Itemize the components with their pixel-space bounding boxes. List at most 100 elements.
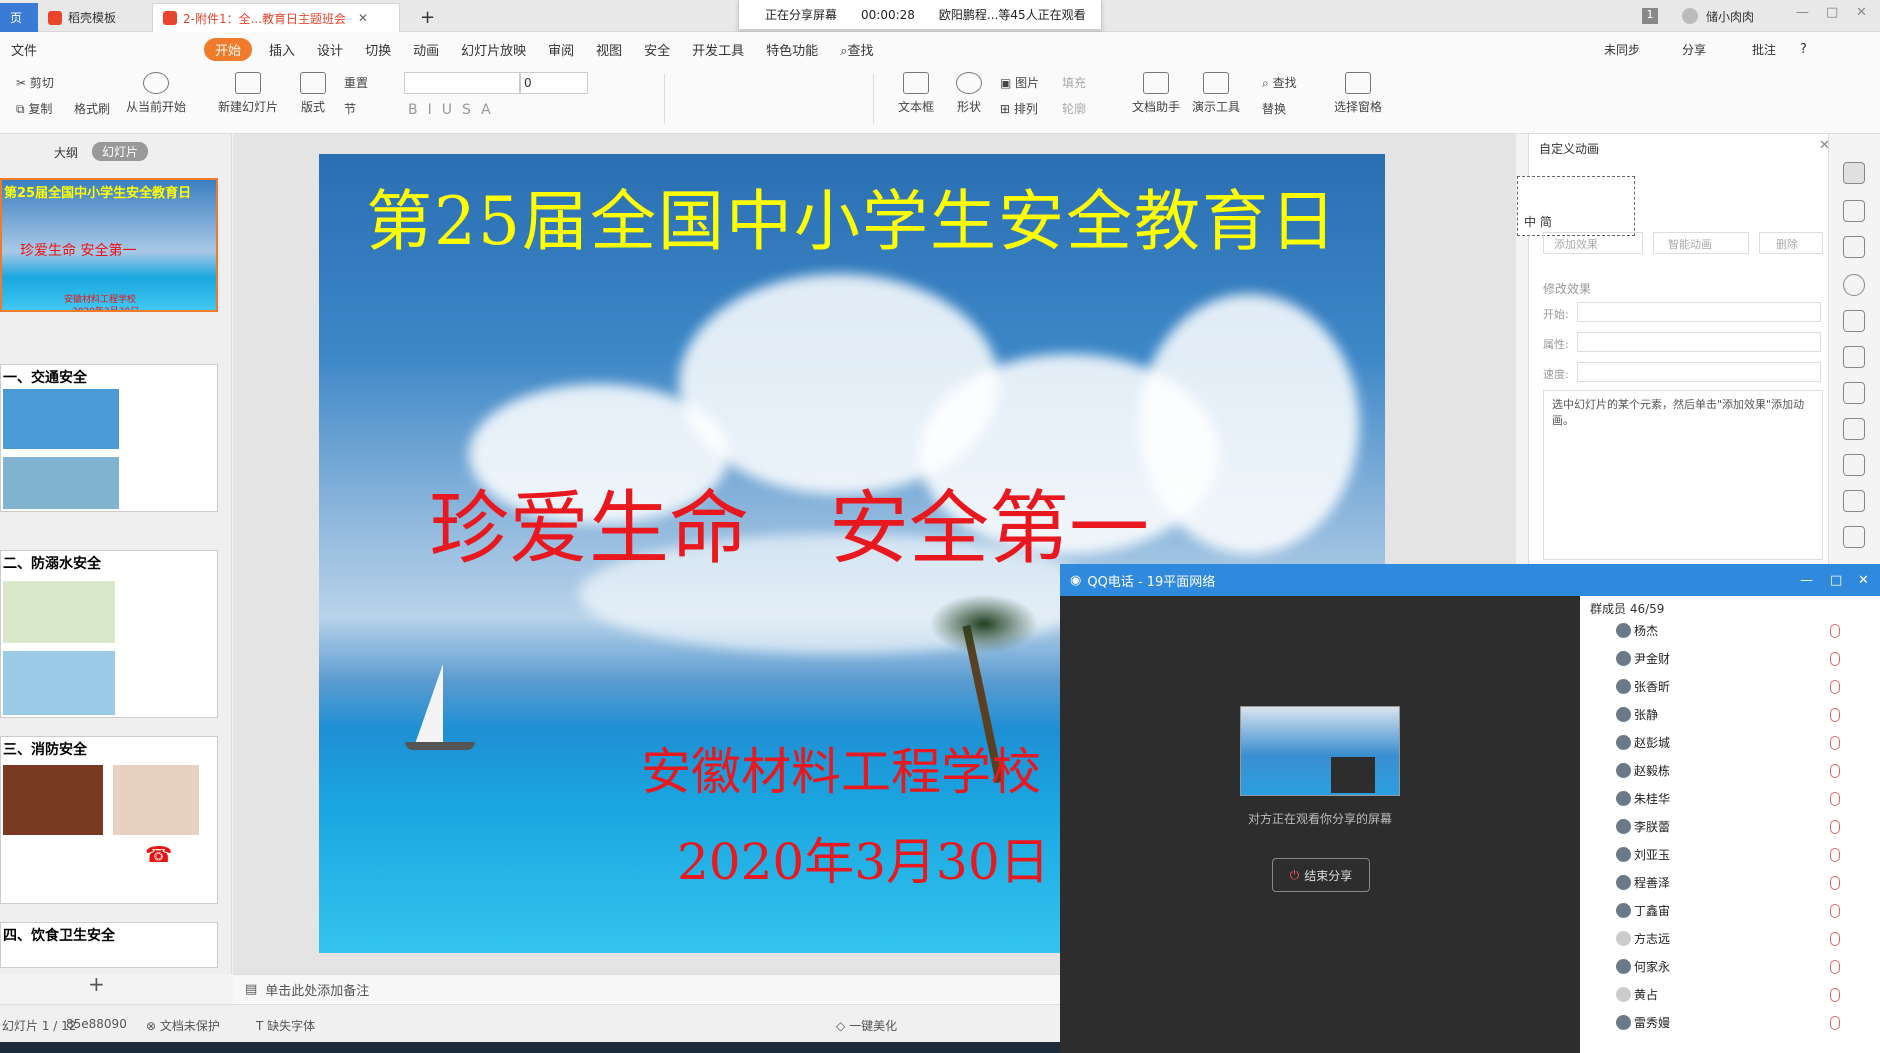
minimize-icon[interactable]: — bbox=[1796, 5, 1809, 20]
beautify-button[interactable]: ◇ 一键美化 bbox=[836, 1017, 897, 1034]
slide-date[interactable]: 2020年3月30日 bbox=[677, 822, 1050, 894]
menu-slideshow[interactable]: 幻灯片放映 bbox=[450, 40, 537, 59]
close-icon[interactable]: ✕ bbox=[1858, 573, 1869, 588]
menu-start[interactable]: 开始 bbox=[204, 37, 253, 61]
sync-status[interactable]: 未同步 bbox=[1604, 41, 1640, 58]
thumbnail-slide-3[interactable]: 二、防溺水安全 bbox=[0, 550, 218, 718]
slide-school[interactable]: 安徽材料工程学校 bbox=[641, 732, 1041, 804]
layers-icon[interactable] bbox=[1843, 310, 1865, 332]
member-item[interactable]: 杨杰 bbox=[1616, 620, 1658, 640]
add-effect-button[interactable]: 添加效果 bbox=[1543, 232, 1643, 254]
close-icon[interactable]: ✕ bbox=[358, 11, 368, 25]
new-tab-button[interactable]: + bbox=[410, 3, 445, 32]
member-item[interactable]: 李朕蕾 bbox=[1616, 816, 1670, 836]
format-painter-button[interactable]: 格式刷 bbox=[74, 100, 110, 117]
member-item[interactable]: 张静 bbox=[1616, 704, 1658, 724]
slide-motto[interactable]: 珍爱生命 安全第一 bbox=[429, 464, 1149, 580]
settings-icon[interactable] bbox=[1843, 418, 1865, 440]
maximize-icon[interactable]: □ bbox=[1826, 5, 1838, 20]
missing-font-button[interactable]: T 缺失字体 bbox=[256, 1017, 315, 1034]
menu-design[interactable]: 设计 bbox=[306, 40, 354, 59]
cut-button[interactable]: ✂ 剪切 bbox=[16, 74, 54, 91]
find-button[interactable]: ⌕ 查找 bbox=[1262, 74, 1297, 91]
thumbnail-slide-1[interactable]: 第25届全国中小学生安全教育日 珍爱生命 安全第一 安徽材料工程学校 2020年… bbox=[0, 178, 218, 312]
add-slide-button[interactable]: + bbox=[88, 972, 105, 996]
section-button[interactable]: 节 bbox=[344, 100, 356, 117]
tab-slides[interactable]: 幻灯片 bbox=[92, 142, 149, 161]
menu-animation[interactable]: 动画 bbox=[402, 40, 450, 59]
menu-developer[interactable]: 开发工具 bbox=[681, 40, 755, 59]
new-slide-button[interactable]: 新建幻灯片 bbox=[218, 72, 278, 115]
picture-button[interactable]: ▣ 图片 bbox=[1000, 74, 1039, 91]
box-icon[interactable] bbox=[1843, 526, 1865, 548]
font-size-select[interactable]: 0 bbox=[520, 72, 588, 94]
protect-status[interactable]: ⊗ 文档未保护 bbox=[146, 1017, 220, 1034]
avatar[interactable] bbox=[1682, 8, 1698, 24]
property-select[interactable] bbox=[1577, 332, 1821, 352]
minimize-icon[interactable]: — bbox=[1800, 573, 1813, 588]
thumbnail-slide-2[interactable]: 一、交通安全 bbox=[0, 364, 218, 512]
member-item[interactable]: 张香昕 bbox=[1616, 676, 1670, 696]
member-item[interactable]: 赵彭城 bbox=[1616, 732, 1670, 752]
ime-floating-toolbar[interactable]: 中 简 bbox=[1517, 176, 1635, 236]
select-pane-button[interactable]: 选择窗格 bbox=[1334, 72, 1382, 115]
menu-file[interactable]: 文件 bbox=[0, 40, 48, 59]
tab-outline[interactable]: 大纲 bbox=[54, 144, 78, 161]
slide-title[interactable]: 第25届全国中小学生安全教育日 bbox=[319, 168, 1385, 264]
member-item[interactable]: 刘亚玉 bbox=[1616, 844, 1670, 864]
replace-button[interactable]: 替换 bbox=[1262, 100, 1286, 117]
member-item[interactable]: 黄占 bbox=[1616, 984, 1658, 1004]
copy-button[interactable]: ⧉ 复制 bbox=[16, 100, 52, 117]
menu-features[interactable]: 特色功能 bbox=[755, 40, 829, 59]
fill-button[interactable]: 填充 bbox=[1062, 74, 1086, 91]
notes-area[interactable]: ▤ 单击此处添加备注 bbox=[233, 974, 1063, 1004]
notification-badge[interactable]: 1 bbox=[1642, 8, 1658, 24]
speed-select[interactable] bbox=[1577, 362, 1821, 382]
menu-view[interactable]: 视图 bbox=[585, 40, 633, 59]
member-item[interactable]: 何家永 bbox=[1616, 956, 1670, 976]
animation-icon[interactable] bbox=[1843, 162, 1865, 184]
layout-button[interactable]: 版式 bbox=[300, 72, 326, 115]
textbox-button[interactable]: 文本框 bbox=[898, 72, 934, 115]
delete-effect-button[interactable]: 删除 bbox=[1759, 232, 1823, 254]
menu-review[interactable]: 审阅 bbox=[537, 40, 585, 59]
share-icon[interactable] bbox=[1843, 490, 1865, 512]
member-item[interactable]: 尹金财 bbox=[1616, 648, 1670, 668]
share-button[interactable]: 分享 bbox=[1682, 41, 1706, 58]
reset-button[interactable]: 重置 bbox=[344, 74, 368, 91]
thumbnail-slide-4[interactable]: 三、消防安全 ☎ bbox=[0, 736, 218, 904]
menu-search[interactable]: ⌕查找 bbox=[829, 40, 884, 59]
tab-daoke[interactable]: 稻壳模板 bbox=[38, 3, 150, 32]
location-icon[interactable] bbox=[1843, 274, 1865, 296]
member-item[interactable]: 朱桂华 bbox=[1616, 788, 1670, 808]
start-select[interactable] bbox=[1577, 302, 1821, 322]
menu-security[interactable]: 安全 bbox=[633, 40, 681, 59]
shape-icon[interactable] bbox=[1843, 236, 1865, 258]
shape-button[interactable]: 形状 bbox=[956, 72, 982, 115]
outline-button[interactable]: 轮廓 bbox=[1062, 100, 1086, 117]
member-item[interactable]: 丁鑫宙 bbox=[1616, 900, 1670, 920]
maximize-icon[interactable]: □ bbox=[1830, 573, 1842, 588]
chart-icon[interactable] bbox=[1843, 382, 1865, 404]
font-style-buttons[interactable]: BIUSA bbox=[408, 102, 501, 118]
member-item[interactable]: 方志远 bbox=[1616, 928, 1670, 948]
comment-button[interactable]: 批注 bbox=[1752, 41, 1776, 58]
grid-icon[interactable] bbox=[1843, 346, 1865, 368]
menu-transition[interactable]: 切换 bbox=[354, 40, 402, 59]
from-current-button[interactable]: 从当前开始 bbox=[126, 72, 186, 115]
member-item[interactable]: 程善泽 bbox=[1616, 872, 1670, 892]
smart-animation-button[interactable]: 智能动画 bbox=[1653, 232, 1749, 254]
menu-insert[interactable]: 插入 bbox=[258, 40, 306, 59]
font-name-select[interactable] bbox=[404, 72, 520, 94]
image-icon[interactable] bbox=[1843, 454, 1865, 476]
present-tools-button[interactable]: 演示工具 bbox=[1192, 72, 1240, 115]
close-window-icon[interactable]: ✕ bbox=[1856, 5, 1867, 20]
member-item[interactable]: 赵毅栋 bbox=[1616, 760, 1670, 780]
transition-icon[interactable] bbox=[1843, 200, 1865, 222]
help-icon[interactable]: ? bbox=[1800, 42, 1807, 57]
user-name[interactable]: 储小肉肉 bbox=[1706, 8, 1754, 25]
thumbnail-slide-5[interactable]: 四、饮食卫生安全 bbox=[0, 922, 218, 968]
tab-document[interactable]: 2-附件1：全...教育日主题班会 ✕ bbox=[152, 3, 400, 32]
home-tab[interactable]: 页 bbox=[0, 3, 38, 32]
arrange-button[interactable]: ⊞ 排列 bbox=[1000, 100, 1038, 117]
